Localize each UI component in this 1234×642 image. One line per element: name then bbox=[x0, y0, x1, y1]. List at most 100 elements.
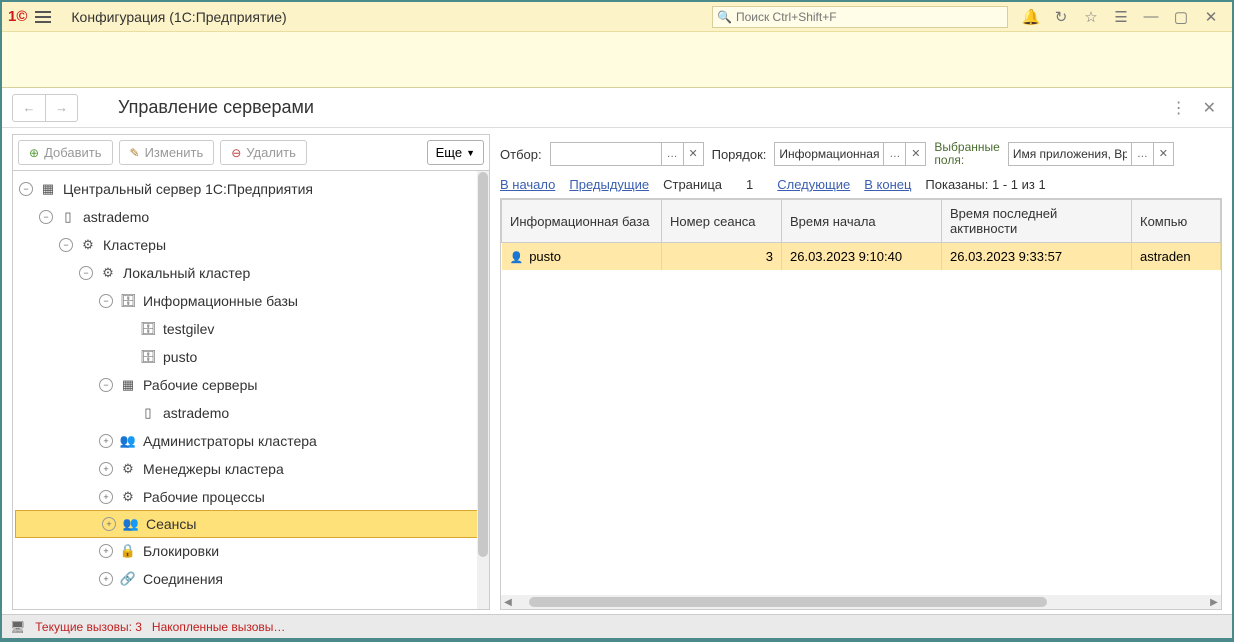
col-infobase[interactable]: Информационная база bbox=[502, 200, 662, 243]
tree-row-server[interactable]: −▯astrademo bbox=[13, 203, 489, 231]
expand-icon[interactable]: + bbox=[102, 517, 116, 531]
tree-row-processes[interactable]: +⚙Рабочие процессы bbox=[13, 483, 489, 511]
tree-row-ib2[interactable]: 🗄pusto bbox=[13, 343, 489, 371]
search-icon: 🔍 bbox=[717, 10, 732, 24]
app-logo: 1© bbox=[8, 8, 27, 25]
expand-icon[interactable]: + bbox=[99, 434, 113, 448]
maximize-icon[interactable]: ▢ bbox=[1166, 4, 1196, 30]
filter-fields-box[interactable]: … bbox=[1008, 142, 1154, 166]
pager: В начало Предыдущие Страница 1 Следующие… bbox=[500, 174, 1222, 198]
tree-row-workservers[interactable]: −▦Рабочие серверы bbox=[13, 371, 489, 399]
tree-row-local-cluster[interactable]: −⚙Локальный кластер bbox=[13, 259, 489, 287]
filter-order-input[interactable] bbox=[775, 147, 883, 161]
subheader: ← → Управление серверами ⋮ ✕ bbox=[2, 88, 1232, 128]
status-current-calls[interactable]: Текущие вызовы: 3 bbox=[35, 620, 142, 634]
server-icon: ▦ bbox=[39, 181, 57, 197]
sessions-table[interactable]: Информационная база Номер сеанса Время н… bbox=[501, 199, 1221, 270]
collapse-icon[interactable]: − bbox=[39, 210, 53, 224]
ellipsis-icon[interactable]: … bbox=[1131, 143, 1153, 165]
nav-back-button[interactable]: ← bbox=[13, 95, 45, 121]
col-activity-time[interactable]: Время последней активности bbox=[942, 200, 1132, 243]
expand-icon[interactable]: + bbox=[99, 572, 113, 586]
tree-row-locks[interactable]: +🔒Блокировки bbox=[13, 537, 489, 565]
plus-icon: ⊕ bbox=[29, 146, 39, 160]
filter-fields-input[interactable] bbox=[1009, 147, 1131, 161]
tree-view[interactable]: −▦Центральный сервер 1С:Предприятия −▯as… bbox=[13, 171, 489, 609]
collapse-icon[interactable]: − bbox=[19, 182, 33, 196]
status-accumulated-calls[interactable]: Накопленные вызовы… bbox=[152, 620, 286, 634]
pager-prev-link[interactable]: Предыдущие bbox=[569, 177, 649, 192]
more-button[interactable]: Еще▼ bbox=[427, 140, 484, 165]
filter-fields-clear[interactable]: ✕ bbox=[1154, 142, 1174, 166]
pager-end-link[interactable]: В конец bbox=[864, 177, 911, 192]
filter-otbor-box[interactable]: … bbox=[550, 142, 684, 166]
filter-otbor-input[interactable] bbox=[551, 147, 661, 161]
col-start-time[interactable]: Время начала bbox=[782, 200, 942, 243]
expand-icon[interactable]: + bbox=[99, 544, 113, 558]
pager-shown: Показаны: 1 - 1 из 1 bbox=[925, 177, 1045, 192]
history-icon[interactable]: ↻ bbox=[1046, 4, 1076, 30]
cell-computer: astraden bbox=[1132, 243, 1221, 271]
ellipsis-icon[interactable]: … bbox=[661, 143, 683, 165]
collapse-icon[interactable]: − bbox=[59, 238, 73, 252]
tree-row-ib1[interactable]: 🗄testgilev bbox=[13, 315, 489, 343]
collapse-icon[interactable]: − bbox=[79, 266, 93, 280]
filter-order-box[interactable]: … bbox=[774, 142, 906, 166]
col-session-num[interactable]: Номер сеанса bbox=[662, 200, 782, 243]
tree-row-infobases[interactable]: −🗄Информационные базы bbox=[13, 287, 489, 315]
scroll-right-icon[interactable]: ▶ bbox=[1207, 597, 1221, 608]
collapse-icon[interactable]: − bbox=[99, 378, 113, 392]
tree-row-ws1[interactable]: ▯astrademo bbox=[13, 399, 489, 427]
gear-icon: ⚙ bbox=[119, 461, 137, 477]
scroll-left-icon[interactable]: ◀ bbox=[501, 597, 515, 608]
minimize-icon[interactable]: — bbox=[1136, 4, 1166, 30]
tree-scrollbar[interactable] bbox=[477, 171, 489, 609]
search-box[interactable]: 🔍 bbox=[712, 6, 1008, 28]
close-icon[interactable]: ✕ bbox=[1196, 4, 1226, 30]
bell-icon[interactable]: 🔔 bbox=[1016, 4, 1046, 30]
filter-icon[interactable]: ☰ bbox=[1106, 4, 1136, 30]
filter-fields-label: Выбранныеполя: bbox=[934, 141, 999, 167]
search-input[interactable] bbox=[736, 10, 1003, 24]
database-icon: 🗄 bbox=[139, 349, 157, 365]
tree-row-clusters[interactable]: −⚙Кластеры bbox=[13, 231, 489, 259]
filter-order-clear[interactable]: ✕ bbox=[906, 142, 926, 166]
col-computer[interactable]: Компью bbox=[1132, 200, 1221, 243]
servers-icon: ▦ bbox=[119, 377, 137, 393]
add-button[interactable]: ⊕ Добавить bbox=[18, 140, 113, 165]
tree-row-root[interactable]: −▦Центральный сервер 1С:Предприятия bbox=[13, 175, 489, 203]
tree-row-managers[interactable]: +⚙Менеджеры кластера bbox=[13, 455, 489, 483]
add-label: Добавить bbox=[44, 145, 101, 160]
nav-forward-button[interactable]: → bbox=[45, 95, 77, 121]
status-icon: 🖥 bbox=[10, 620, 25, 634]
filter-otbor-clear[interactable]: ✕ bbox=[684, 142, 704, 166]
host-icon: ▯ bbox=[139, 405, 157, 421]
pager-start-link[interactable]: В начало bbox=[500, 177, 555, 192]
h-scrollbar[interactable]: ◀ ▶ bbox=[501, 595, 1221, 609]
edit-button[interactable]: ✎Изменить bbox=[119, 140, 215, 165]
table-header-row: Информационная база Номер сеанса Время н… bbox=[502, 200, 1221, 243]
link-icon: 🔗 bbox=[119, 571, 137, 587]
expand-icon[interactable]: + bbox=[99, 462, 113, 476]
filter-bar: Отбор: … ✕ Порядок: … ✕ Выбранныеполя: …… bbox=[500, 134, 1222, 174]
page-close-icon[interactable]: ✕ bbox=[1197, 98, 1222, 118]
collapse-icon[interactable]: − bbox=[99, 294, 113, 308]
pager-next-link[interactable]: Следующие bbox=[777, 177, 850, 192]
delete-label: Удалить bbox=[246, 145, 296, 160]
delete-button[interactable]: ⊖Удалить bbox=[220, 140, 307, 165]
ellipsis-icon[interactable]: … bbox=[883, 143, 905, 165]
expand-icon[interactable]: + bbox=[99, 490, 113, 504]
table-row[interactable]: 👤pusto 3 26.03.2023 9:10:40 26.03.2023 9… bbox=[502, 243, 1221, 271]
tree-row-connections[interactable]: +🔗Соединения bbox=[13, 565, 489, 593]
cell-session-num: 3 bbox=[662, 243, 782, 271]
database-icon: 🗄 bbox=[119, 293, 137, 309]
page-menu-icon[interactable]: ⋮ bbox=[1161, 98, 1197, 118]
pager-page-label: Страница bbox=[663, 177, 722, 192]
scroll-thumb[interactable] bbox=[529, 597, 1047, 607]
ribbon-area bbox=[2, 32, 1232, 88]
tree-row-sessions[interactable]: +👥Сеансы bbox=[15, 510, 487, 538]
hamburger-icon[interactable] bbox=[35, 6, 57, 28]
star-icon[interactable]: ☆ bbox=[1076, 4, 1106, 30]
database-icon: 🗄 bbox=[139, 321, 157, 337]
tree-row-admins[interactable]: +👥Администраторы кластера bbox=[13, 427, 489, 455]
